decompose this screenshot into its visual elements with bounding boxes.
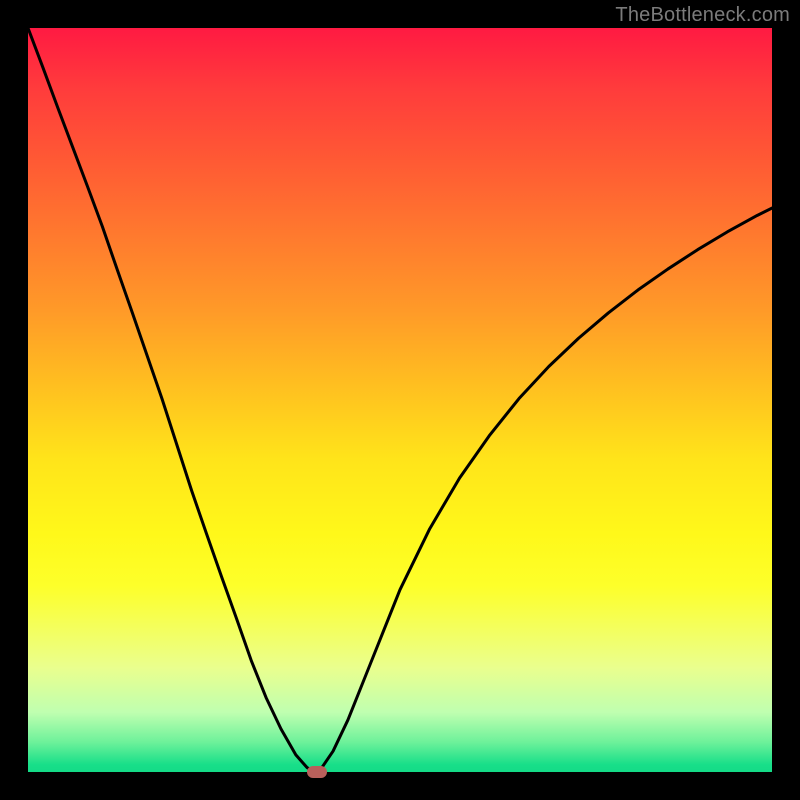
optimum-marker	[307, 766, 327, 778]
bottleneck-curve	[28, 28, 772, 772]
chart-plot-area	[28, 28, 772, 772]
watermark-text: TheBottleneck.com	[615, 4, 790, 27]
